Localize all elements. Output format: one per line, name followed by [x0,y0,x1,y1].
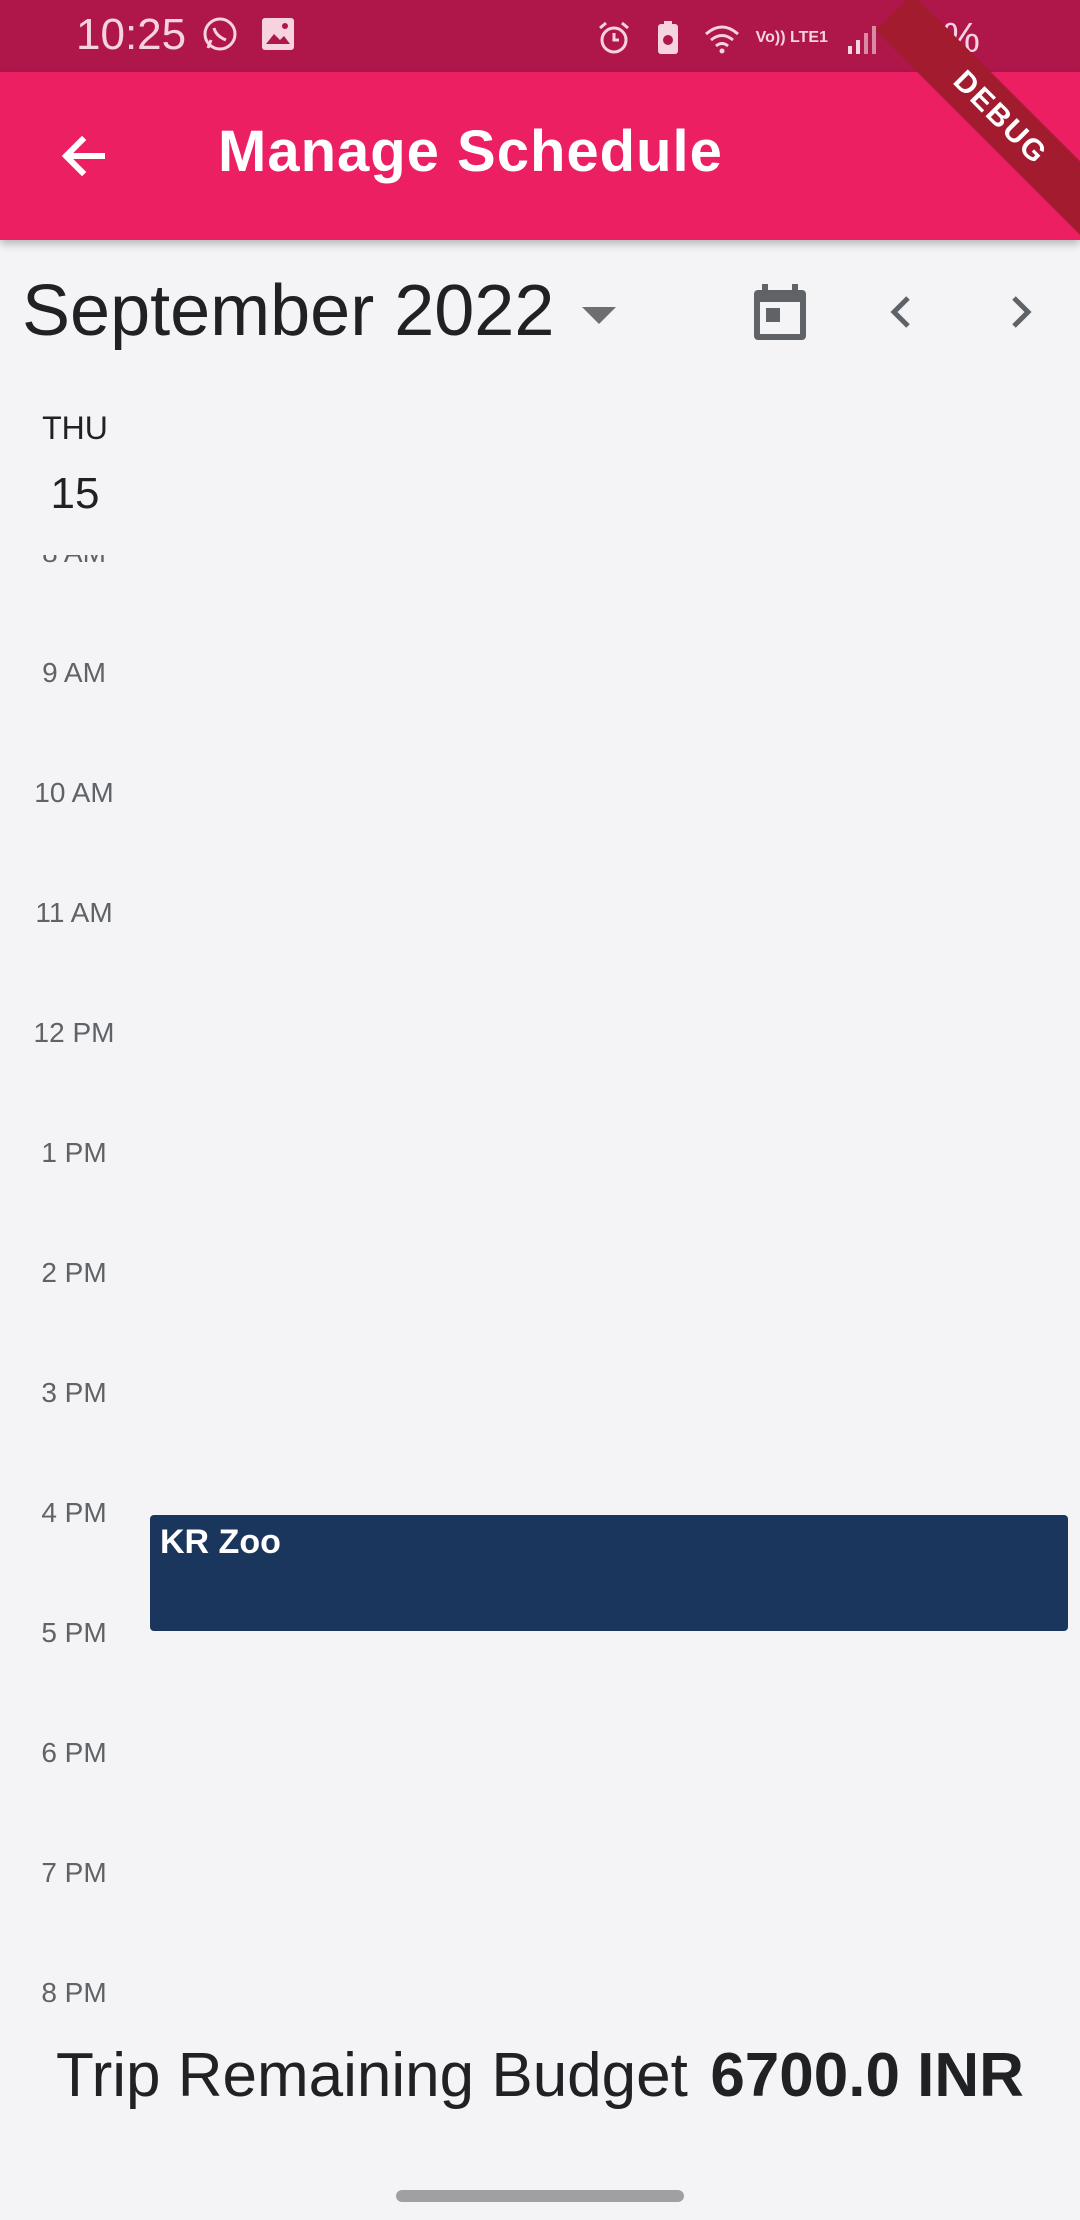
calendar-header: September 2022 [0,240,1080,390]
time-label: 3 PM [41,1377,107,1408]
budget-label: Trip Remaining Budget [56,2041,688,2110]
time-label: 4 PM [41,1497,107,1528]
event-block[interactable]: KR Zoo [150,1515,1068,1631]
time-label: 6 PM [41,1737,107,1768]
back-button[interactable] [40,112,128,200]
time-label: 11 AM [35,897,113,928]
chevron-left-icon[interactable] [872,282,932,342]
alarm-icon [598,21,629,54]
event-title: KR Zoo [160,1523,281,1561]
dropdown-arrow-icon [582,306,617,324]
status-right-icons: Vo)) LTE1 46% [594,10,1080,66]
month-picker[interactable]: September 2022 [22,270,617,352]
time-label: 8 AM [0,555,148,569]
time-label: 8 PM [41,1977,107,2008]
day-number: 15 [50,469,100,518]
chevron-right-icon[interactable] [990,282,1050,342]
status-left-icons [200,14,298,54]
time-label: 1 PM [41,1137,107,1168]
time-label: 9 AM [42,657,106,688]
budget-summary: Trip Remaining Budget 6700.0 INR [0,2040,1080,2111]
status-time: 10:25 [76,10,187,59]
wifi-icon [704,25,739,54]
lte-icon: Vo)) LTE1 [755,29,828,46]
calendar-today-icon[interactable] [748,280,812,344]
day-header[interactable]: THU 15 [0,410,150,519]
time-label: 10 AM [34,777,114,808]
month-label: September 2022 [22,271,555,351]
day-of-week: THU [42,410,108,446]
page-title: Manage Schedule [218,119,723,184]
arrow-back-icon [61,135,105,177]
gesture-nav-handle[interactable] [396,2190,684,2202]
day-timeline[interactable]: KR Zoo 8 AM 9 AM 10 AM 11 AM 12 PM 1 PM 2 PM 3 … [0,555,1080,2010]
signal-icon [847,26,876,54]
app-bar: Manage Schedule DEBUG [0,0,1080,243]
time-label: 2 PM [41,1257,107,1288]
whatsapp-icon [203,17,237,51]
time-label: 7 PM [41,1857,107,1888]
battery-saver-icon [657,21,678,54]
gallery-icon [262,18,294,50]
time-label: 5 PM [41,1617,107,1648]
budget-value: 6700.0 INR [710,2041,1024,2110]
time-label: 12 PM [33,1017,115,1048]
